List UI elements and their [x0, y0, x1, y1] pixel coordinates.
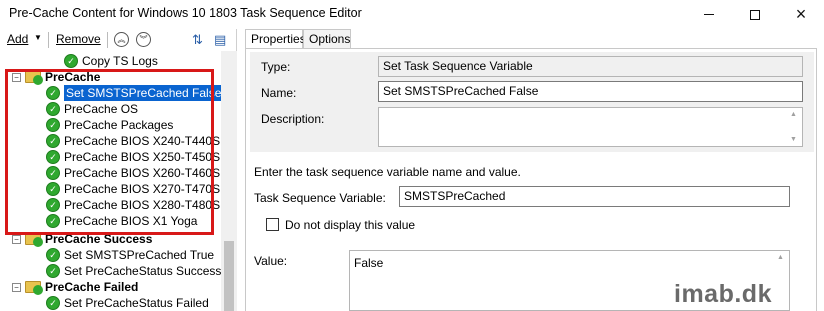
collapse-icon[interactable]: − — [12, 282, 21, 292]
tree-step[interactable]: ✓ Set PreCacheStatus Failed — [46, 295, 209, 311]
tree-step[interactable]: ✓ PreCache Packages — [46, 117, 173, 133]
tree-group-label: PreCache Success — [45, 232, 153, 246]
tree-step-label: Set PreCacheStatus Success — [64, 264, 221, 278]
description-label: Description: — [261, 112, 325, 126]
tree-step-label: Set SMSTSPreCached False — [64, 85, 221, 101]
maximize-icon — [750, 9, 760, 20]
task-sequence-pane: Add ▼ Remove ︽ ︾ ⇅ ▤ ✓ Copy TS Logs − Pr… — [0, 29, 237, 311]
tree-step[interactable]: ✓ PreCache BIOS X250-T450S — [46, 149, 220, 165]
watermark: imab.dk — [674, 280, 772, 308]
do-not-display-label: Do not display this value — [285, 218, 416, 232]
minimize-icon — [704, 14, 714, 15]
tree-step[interactable]: ✓ PreCache BIOS X280-T480S — [46, 197, 220, 213]
success-check-icon: ✓ — [46, 248, 60, 262]
name-field[interactable]: Set SMSTSPreCached False — [378, 81, 803, 102]
tree-step-label: PreCache BIOS X1 Yoga — [64, 214, 198, 228]
tree-step[interactable]: ✓ PreCache OS — [46, 101, 138, 117]
close-icon: × — [795, 4, 807, 24]
move-up-icon[interactable]: ︽ — [114, 32, 129, 47]
tree-step-label: PreCache BIOS X240-T440S — [64, 134, 221, 148]
success-check-icon: ✓ — [46, 134, 60, 148]
tab-options[interactable]: Options — [303, 29, 351, 49]
toolbar-separator — [107, 32, 108, 48]
tree-step-label: PreCache OS — [64, 102, 139, 116]
toolbar-separator — [48, 32, 49, 48]
tree-step-label: PreCache BIOS X250-T450S — [64, 150, 221, 164]
variable-label: Task Sequence Variable: — [254, 191, 386, 205]
tree-group-label: PreCache — [45, 70, 101, 84]
add-button[interactable]: Add — [7, 32, 28, 46]
close-button[interactable]: × — [778, 0, 824, 29]
collapse-icon[interactable]: − — [12, 234, 21, 244]
tree-step-label: Set PreCacheStatus Failed — [64, 296, 209, 310]
tree-step-label: Set SMSTSPreCached True — [64, 248, 215, 262]
name-label: Name: — [261, 86, 297, 100]
scroll-up-icon[interactable]: ▲ — [777, 254, 784, 261]
tree-step-label: PreCache BIOS X260-T460S — [64, 166, 221, 180]
tree-step[interactable]: ✓ Set SMSTSPreCached False — [46, 85, 221, 101]
scroll-up-icon[interactable]: ▲ — [790, 111, 797, 118]
type-label: Type: — [261, 60, 291, 74]
tree-group[interactable]: − PreCache Success — [12, 231, 152, 247]
instruction-text: Enter the task sequence variable name an… — [254, 165, 521, 179]
tree-step[interactable]: ✓ PreCache BIOS X1 Yoga — [46, 213, 197, 229]
value-label: Value: — [254, 254, 288, 268]
success-check-icon: ✓ — [46, 118, 60, 132]
tree-step[interactable]: ✓ PreCache BIOS X270-T470S — [46, 181, 220, 197]
success-check-icon: ✓ — [46, 86, 60, 100]
tree-step-label: PreCache Packages — [64, 118, 174, 132]
tree-step[interactable]: ✓ Set PreCacheStatus Success — [46, 263, 221, 279]
tree-group-label: PreCache Failed — [45, 280, 139, 294]
success-check-icon: ✓ — [46, 166, 60, 180]
tree-step[interactable]: ✓ Copy TS Logs — [64, 53, 158, 69]
type-field: Set Task Sequence Variable — [378, 56, 803, 77]
import-icon[interactable]: ⇅ — [192, 32, 203, 48]
tree-step[interactable]: ✓ Set SMSTSPreCached True — [46, 247, 214, 263]
task-sequence-tree[interactable]: ✓ Copy TS Logs − PreCache ✓ Set SMSTSPre… — [0, 51, 221, 311]
tree-step-label: PreCache BIOS X270-T470S — [64, 182, 221, 196]
properties-icon[interactable]: ▤ — [214, 32, 226, 48]
variable-field[interactable]: SMSTSPreCached — [399, 186, 790, 207]
tree-scrollbar[interactable] — [221, 51, 237, 311]
tree-step[interactable]: ✓ PreCache BIOS X240-T440S — [46, 133, 220, 149]
folder-icon — [25, 281, 43, 295]
remove-button[interactable]: Remove — [56, 32, 101, 46]
add-dropdown-icon[interactable]: ▼ — [34, 33, 42, 42]
description-field[interactable]: ▲ ▼ — [378, 107, 803, 147]
minimize-button[interactable] — [686, 0, 732, 29]
tree-group[interactable]: − PreCache Failed — [12, 279, 138, 295]
window-title: Pre-Cache Content for Windows 10 1803 Ta… — [9, 6, 362, 20]
value-text: False — [354, 256, 384, 270]
success-check-icon: ✓ — [46, 182, 60, 196]
folder-icon — [25, 233, 43, 247]
success-check-icon: ✓ — [46, 150, 60, 164]
success-check-icon: ✓ — [46, 214, 60, 228]
do-not-display-checkbox[interactable] — [266, 218, 279, 231]
scroll-down-icon[interactable]: ▼ — [790, 136, 797, 143]
value-scrollbar[interactable]: ▲ — [774, 251, 789, 310]
success-check-icon: ✓ — [46, 264, 60, 278]
success-check-icon: ✓ — [46, 198, 60, 212]
move-down-icon[interactable]: ︾ — [136, 32, 151, 47]
maximize-button[interactable] — [732, 0, 778, 29]
tree-step[interactable]: ✓ PreCache BIOS X260-T460S — [46, 165, 220, 181]
success-check-icon: ✓ — [46, 102, 60, 116]
scrollbar-thumb[interactable] — [224, 241, 234, 311]
tree-group[interactable]: − PreCache — [12, 69, 100, 85]
toolbar: Add ▼ Remove ︽ ︾ ⇅ ▤ — [0, 29, 237, 51]
tree-step-label: PreCache BIOS X280-T480S — [64, 198, 221, 212]
folder-icon — [25, 71, 43, 85]
tree-step-label: Copy TS Logs — [82, 54, 158, 68]
title-bar: Pre-Cache Content for Windows 10 1803 Ta… — [0, 0, 824, 29]
success-check-icon: ✓ — [46, 296, 60, 310]
description-scrollbar[interactable]: ▲ ▼ — [787, 108, 802, 146]
tab-properties[interactable]: Properties — [245, 29, 306, 49]
success-check-icon: ✓ — [64, 54, 78, 68]
collapse-icon[interactable]: − — [12, 72, 21, 82]
